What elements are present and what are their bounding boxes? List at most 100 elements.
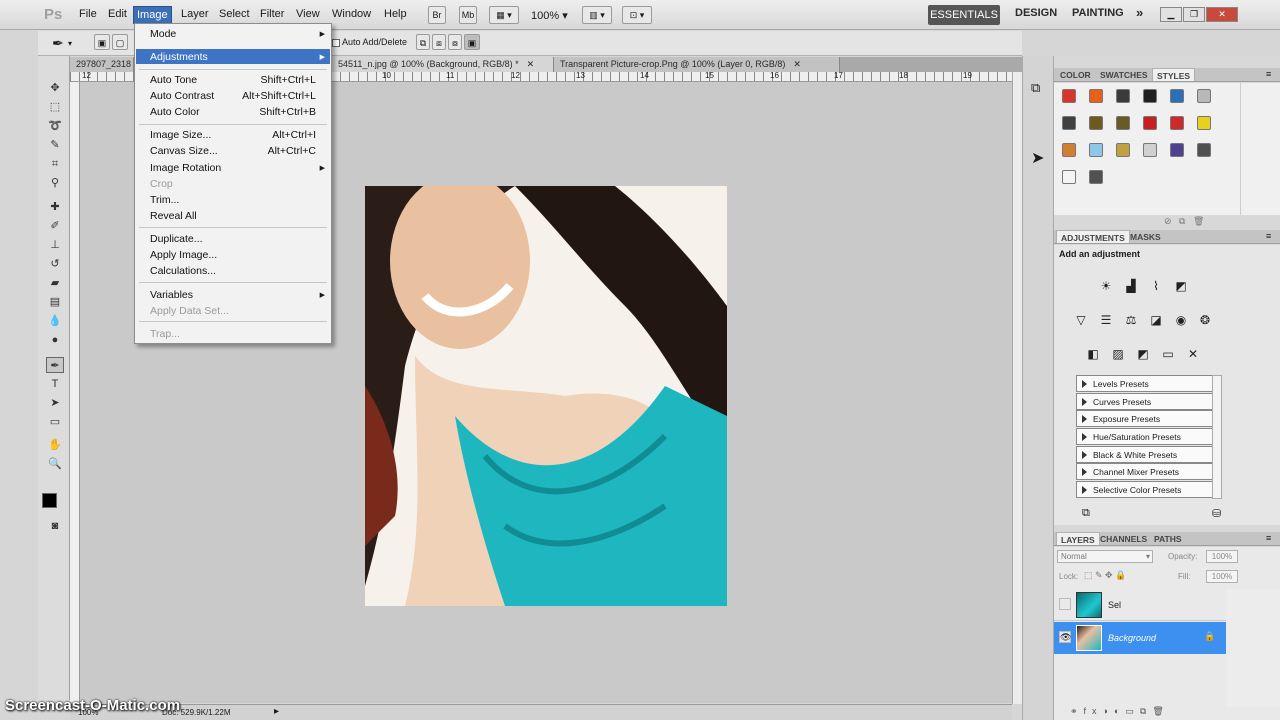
panel-menu-icon[interactable]: ≡ (1266, 533, 1271, 543)
restore-icon[interactable]: ❐ (1183, 7, 1205, 22)
crop-tool-icon[interactable]: ⌗ (46, 156, 64, 172)
minimize-icon[interactable]: ▁ (1160, 7, 1182, 22)
preset-levels[interactable]: Levels Presets (1076, 375, 1220, 392)
menu-help[interactable]: Help (384, 8, 407, 20)
style-swatch[interactable] (1170, 89, 1184, 103)
style-swatch[interactable] (1143, 143, 1157, 157)
style-swatch[interactable] (1062, 116, 1076, 130)
menu-item-reveal-all[interactable]: Reveal All (150, 210, 197, 222)
doc-tab-active[interactable]: 54511_n.jpg @ 100% (Background, RGB/8) *… (332, 57, 554, 72)
brush-tool-icon[interactable]: ✐ (46, 218, 64, 234)
move-tool-icon[interactable]: ✥ (46, 80, 64, 96)
style-swatch[interactable] (1062, 89, 1076, 103)
style-swatch[interactable] (1089, 143, 1103, 157)
preset-channel-mixer[interactable]: Channel Mixer Presets (1076, 463, 1220, 480)
quick-mask-icon[interactable]: ◙ (46, 518, 64, 534)
lock-icons[interactable]: ⬚ ✎ ✥ 🔒 (1084, 570, 1126, 581)
style-swatch[interactable] (1143, 116, 1157, 130)
layer-row[interactable]: Sel (1054, 589, 1226, 621)
gradient-tool-icon[interactable]: ▤ (46, 294, 64, 310)
tab-swatches[interactable]: SWATCHES (1096, 68, 1152, 81)
rectangle-tool-icon[interactable]: ▭ (46, 414, 64, 430)
style-swatch[interactable] (1062, 170, 1076, 184)
tab-channels[interactable]: CHANNELS (1096, 532, 1151, 545)
menu-item-auto-color[interactable]: Auto Color (150, 106, 200, 118)
menu-item-variables[interactable]: Variables (150, 289, 193, 301)
menu-item-canvas-size[interactable]: Canvas Size... (150, 145, 218, 157)
style-swatch[interactable] (1116, 89, 1130, 103)
gradient-map-icon[interactable]: ▭ (1159, 346, 1177, 362)
doc-tab[interactable]: 297807_2318 (70, 57, 134, 72)
photo-filter-icon[interactable]: ◉ (1172, 312, 1190, 328)
menu-select[interactable]: Select (219, 8, 250, 20)
pen-tool-preset-icon[interactable]: ✒ (52, 35, 64, 52)
paths-icon[interactable]: ▢ (112, 34, 128, 50)
document-image[interactable] (365, 186, 727, 606)
fill-input[interactable]: 100% (1206, 570, 1238, 583)
style-swatch[interactable] (1170, 116, 1184, 130)
menu-item-trap[interactable]: Trap... (150, 328, 180, 340)
menu-item-calculations[interactable]: Calculations... (150, 265, 216, 277)
blur-tool-icon[interactable]: 💧 (46, 313, 64, 329)
style-swatch[interactable] (1089, 170, 1103, 184)
type-tool-icon[interactable]: T (46, 376, 64, 392)
quick-selection-tool-icon[interactable]: ✎ (46, 137, 64, 153)
tab-adjustments[interactable]: ADJUSTMENTS (1056, 230, 1130, 243)
foreground-color-swatch[interactable] (42, 493, 57, 508)
menu-item-apply-data-set[interactable]: Apply Data Set... (150, 305, 229, 317)
styles-footer-icons[interactable]: ⊘ ⧉ 🗑 (1164, 216, 1204, 227)
style-swatch[interactable] (1197, 89, 1211, 103)
style-swatch[interactable] (1197, 143, 1211, 157)
dodge-tool-icon[interactable]: ● (46, 332, 64, 348)
tab-masks[interactable]: MASKS (1126, 230, 1165, 243)
screen-mode-button[interactable]: ⊡ ▾ (622, 6, 652, 24)
preset-hue-saturation[interactable]: Hue/Saturation Presets (1076, 428, 1220, 445)
eraser-tool-icon[interactable]: ▰ (46, 275, 64, 291)
invert-icon[interactable]: ◧ (1084, 346, 1102, 362)
vibrance-icon[interactable]: ▽ (1072, 312, 1090, 328)
menu-item-auto-contrast[interactable]: Auto Contrast (150, 90, 214, 102)
layer-name[interactable]: Background (1108, 633, 1156, 643)
opacity-input[interactable]: 100% (1206, 550, 1238, 563)
panel-menu-icon[interactable]: ≡ (1266, 231, 1271, 241)
menu-item-crop[interactable]: Crop (150, 178, 173, 190)
doc-tab[interactable]: Transparent Picture-crop.Png @ 100% (Lay… (554, 57, 840, 72)
menu-item-adjustments[interactable]: Adjustments (150, 51, 208, 63)
style-swatch[interactable] (1197, 116, 1211, 130)
eye-icon[interactable]: 👁 (1059, 631, 1071, 643)
style-swatch[interactable] (1089, 89, 1103, 103)
style-swatch[interactable] (1116, 116, 1130, 130)
shape-layers-icon[interactable]: ▣ (94, 34, 110, 50)
chevron-down-icon[interactable]: ▾ (68, 39, 72, 48)
menu-item-image-size[interactable]: Image Size... (150, 129, 211, 141)
threshold-icon[interactable]: ◩ (1134, 346, 1152, 362)
curves-icon[interactable]: ⌇ (1147, 278, 1165, 294)
more-workspaces-icon[interactable]: » (1136, 5, 1143, 20)
style-swatch[interactable] (1116, 143, 1130, 157)
history-panel-icon[interactable]: ⧉ (1031, 80, 1040, 96)
tab-styles[interactable]: STYLES (1152, 68, 1196, 81)
bridge-button[interactable]: Br (428, 6, 446, 24)
close-icon[interactable]: ✕ (1206, 7, 1238, 22)
menu-edit[interactable]: Edit (108, 8, 127, 20)
vertical-scrollbar[interactable] (1012, 72, 1022, 704)
presets-scrollbar[interactable] (1212, 375, 1222, 499)
layer-name[interactable]: Sel (1108, 600, 1121, 610)
path-selection-tool-icon[interactable]: ➤ (46, 395, 64, 411)
path-intersect-icon[interactable]: ⧇ (448, 34, 462, 50)
menu-view[interactable]: View (296, 8, 320, 20)
return-to-list-icon[interactable]: ⧉ (1082, 507, 1090, 520)
menu-item-apply-image[interactable]: Apply Image... (150, 249, 217, 261)
blend-mode-select[interactable]: Normal ▾ (1057, 550, 1153, 563)
style-swatch[interactable] (1062, 143, 1076, 157)
posterize-icon[interactable]: ▨ (1109, 346, 1127, 362)
marquee-tool-icon[interactable]: ⬚ (46, 99, 64, 115)
zoom-level-select[interactable]: 100% ▾ (531, 9, 568, 22)
layers-footer-icons[interactable]: ⚭fx◑◐▭⧉🗑 (1070, 706, 1170, 717)
layer-visibility-toggle[interactable] (1059, 598, 1071, 610)
exposure-icon[interactable]: ◩ (1172, 278, 1190, 294)
menu-window[interactable]: Window (332, 8, 371, 20)
channel-mixer-icon[interactable]: ❂ (1196, 312, 1214, 328)
menu-item-mode[interactable]: Mode (150, 28, 176, 40)
workspace-essentials[interactable]: ESSENTIALS (928, 5, 1000, 25)
